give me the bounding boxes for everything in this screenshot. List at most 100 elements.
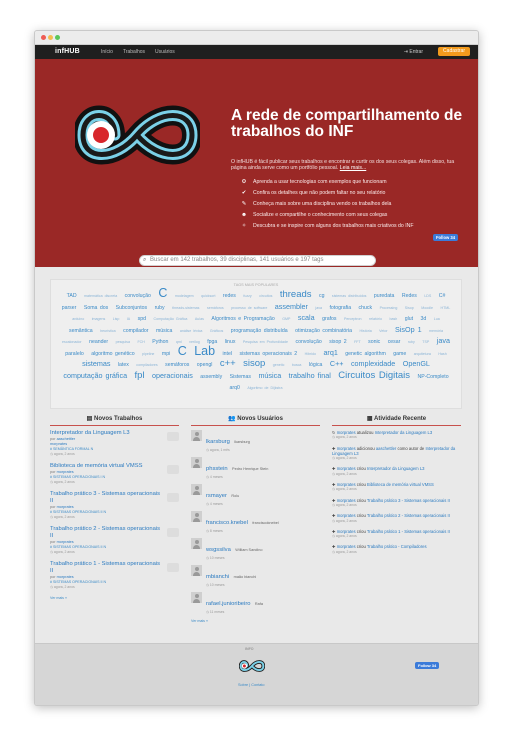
tag-link[interactable]: Sistemas <box>230 374 251 380</box>
tag-link[interactable]: sistemas distribuídos <box>332 294 367 298</box>
tag-link[interactable]: compiladores <box>136 363 157 367</box>
tag-link[interactable]: C <box>158 286 167 300</box>
activity-target-link[interactable]: Interpretador da Linguagem L3 <box>367 466 425 471</box>
tag-link[interactable]: genetic <box>273 363 285 367</box>
work-thumbnail[interactable] <box>167 432 179 441</box>
tag-link[interactable]: ruby <box>408 340 415 344</box>
tag-link[interactable]: convolução <box>125 293 151 299</box>
users-more-link[interactable]: Ver mais » <box>191 619 320 623</box>
activity-user-link[interactable]: morprates <box>337 513 356 518</box>
work-thumbnail[interactable] <box>167 465 179 474</box>
signup-button[interactable]: Cadastrar <box>438 47 470 56</box>
activity-target-link[interactable]: Trabalho prático 3 - Sistemas operaciona… <box>367 498 450 503</box>
activity-target-link[interactable]: Biblioteca de memória virtual VMSS <box>367 482 434 487</box>
tag-link[interactable]: Lua <box>434 317 440 321</box>
tag-link[interactable]: intel <box>223 351 233 357</box>
search-input[interactable]: ⌕ Buscar em 142 trabalhos, 39 disciplina… <box>139 255 376 266</box>
tag-link[interactable]: assembler <box>275 302 308 311</box>
tag-link[interactable]: 3d <box>421 316 427 322</box>
nav-link-inicio[interactable]: Início <box>101 49 113 55</box>
tag-link[interactable]: neander <box>89 339 108 345</box>
tag-link[interactable]: Python <box>152 339 168 345</box>
tag-link[interactable]: Pesquisa em Profundidade <box>243 340 288 344</box>
tag-link[interactable]: pesquisa <box>116 340 130 344</box>
tag-link[interactable]: arduino <box>72 317 84 321</box>
activity-user-link[interactable]: morprates <box>337 430 356 435</box>
tag-link[interactable]: HTML <box>441 306 451 310</box>
tag-link[interactable]: sonic <box>368 339 380 345</box>
nav-link-usuarios[interactable]: Usuários <box>155 49 175 55</box>
tag-link[interactable]: arquitetura <box>414 352 431 356</box>
avatar[interactable] <box>191 592 202 603</box>
tag-link[interactable]: threads-sistemas <box>172 306 199 310</box>
tag-link[interactable]: ruby <box>155 305 165 311</box>
tag-link[interactable]: convolução <box>295 339 321 345</box>
tag-link[interactable]: assembly <box>200 374 222 380</box>
tag-link[interactable]: Algoritmo de Dijkstra <box>247 386 282 390</box>
work-coauthor-link[interactable]: morprates <box>50 442 67 446</box>
user-name-link[interactable]: mbianchi <box>206 574 229 580</box>
tag-link[interactable]: bash <box>389 317 397 321</box>
tag-link[interactable]: redes <box>223 293 236 299</box>
tag-link[interactable]: scala <box>298 313 315 322</box>
nav-link-trabalhos[interactable]: Trabalhos <box>123 49 145 55</box>
tag-link[interactable]: busca <box>292 363 302 367</box>
activity-user-link[interactable]: morprates <box>337 466 356 471</box>
tag-link[interactable]: sistemas operacionais 2 <box>239 351 297 357</box>
work-thumbnail[interactable] <box>167 493 179 502</box>
avatar[interactable] <box>191 565 202 576</box>
tag-link[interactable]: algoritmo genético <box>91 351 134 357</box>
tag-link[interactable]: sisop <box>243 358 265 369</box>
tag-link[interactable]: cesar <box>388 339 401 345</box>
activity-user-link[interactable]: morprates <box>337 482 356 487</box>
read-more-link[interactable]: Leia mais... <box>340 165 367 171</box>
tag-link[interactable]: java <box>437 336 450 345</box>
avatar[interactable] <box>191 430 202 441</box>
tag-link[interactable]: arq0 <box>230 385 240 391</box>
work-thumbnail[interactable] <box>167 563 179 572</box>
tag-link[interactable]: Lab <box>194 344 215 358</box>
tag-link[interactable]: Gráficos <box>210 329 223 333</box>
tag-link[interactable]: otimização combinatória <box>295 328 352 334</box>
user-name-link[interactable]: lkarsburg <box>206 439 230 445</box>
tag-link[interactable]: Circuitos Digitais <box>338 370 410 381</box>
tag-link[interactable]: lógica <box>309 362 323 368</box>
tag-link[interactable]: puredata <box>374 293 394 299</box>
work-author-link[interactable]: morprates <box>57 540 74 544</box>
tag-link[interactable]: semáforos <box>165 362 189 368</box>
work-author-link[interactable]: aaschettler <box>57 437 76 441</box>
tag-link[interactable]: C# <box>439 293 446 299</box>
work-thumbnail[interactable] <box>167 528 179 537</box>
tag-link[interactable]: heurística <box>100 329 116 333</box>
close-dot[interactable] <box>41 35 46 40</box>
tag-link[interactable]: quicksort <box>201 294 215 298</box>
user-name-link[interactable]: rsmayer <box>206 493 227 499</box>
user-name-link[interactable]: phsstein <box>206 466 228 472</box>
tag-link[interactable]: Aulas <box>195 317 204 321</box>
tag-link[interactable]: matemática discreta <box>84 294 117 298</box>
footer-follow-button[interactable]: Follow 34 <box>415 662 440 669</box>
tag-link[interactable]: Subconjuntos <box>116 305 147 311</box>
user-name-link[interactable]: francisco.knebel <box>206 520 248 526</box>
user-name-link[interactable]: wsgssilva <box>206 547 231 553</box>
work-title-link[interactable]: Trabalho prático 2 - Sistemas operaciona… <box>50 526 179 540</box>
tag-link[interactable]: Redes <box>402 293 417 299</box>
activity-user-link[interactable]: morprates <box>337 446 356 451</box>
tag-link[interactable]: TAD <box>67 293 77 299</box>
work-author-link[interactable]: morprates <box>57 575 74 579</box>
tag-link[interactable]: game <box>393 351 406 357</box>
tag-link[interactable]: Lisp <box>113 317 120 321</box>
tag-link[interactable]: memória <box>429 329 443 333</box>
tag-link[interactable]: Algoritmos e Programação <box>211 316 274 322</box>
work-title-link[interactable]: Biblioteca de memória virtual VMSS <box>50 463 179 470</box>
tag-link[interactable]: semântica <box>69 328 93 334</box>
tag-link[interactable]: opengl <box>197 362 213 368</box>
tag-link[interactable]: linux <box>225 339 236 345</box>
tag-link[interactable]: TSP <box>422 340 429 344</box>
tag-link[interactable]: LDS <box>424 294 431 298</box>
tag-link[interactable]: semáforos <box>207 306 224 310</box>
tag-link[interactable]: GMP <box>282 317 290 321</box>
minimize-dot[interactable] <box>48 35 53 40</box>
tag-link[interactable]: relatório <box>369 317 382 321</box>
tag-link[interactable]: grafos <box>322 316 336 322</box>
